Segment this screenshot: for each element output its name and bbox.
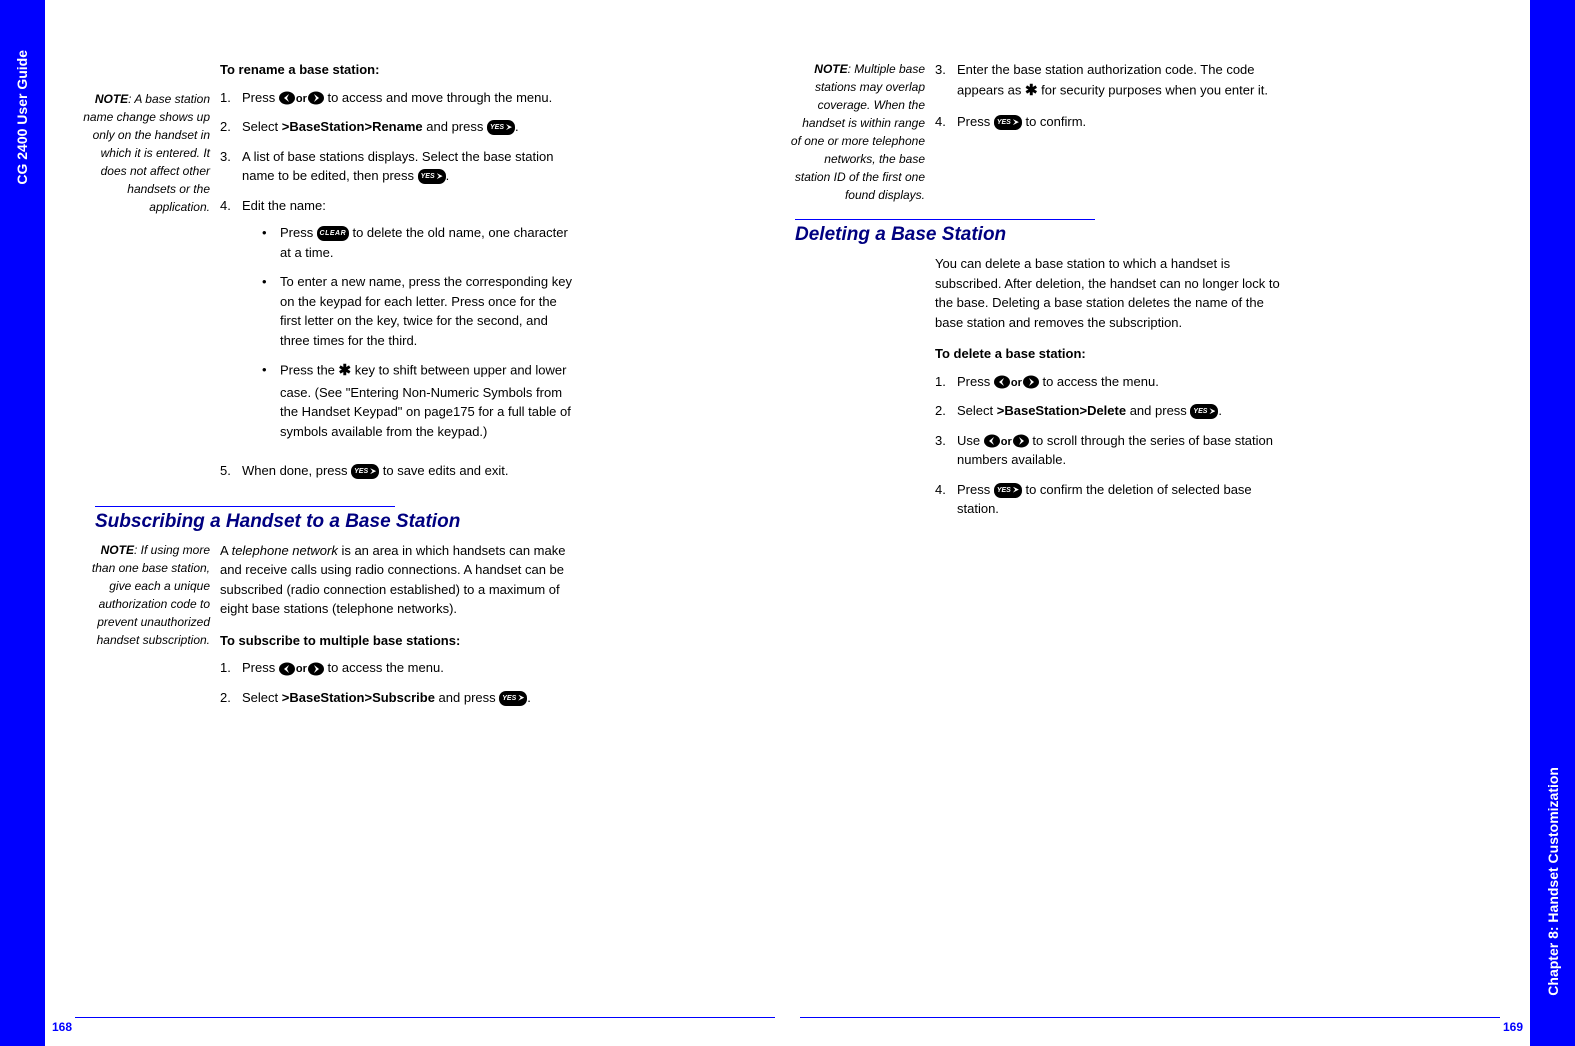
clear-key-icon: CLEAR — [317, 226, 349, 241]
rename-step-3: 3. A list of base stations displays. Sel… — [220, 147, 575, 186]
delete-step-3: 3. Use or to scroll through the series o… — [935, 431, 1290, 470]
margin-note-rename: NOTE: A base station name change shows u… — [75, 60, 220, 216]
yes-key-icon: YES — [487, 120, 515, 135]
left-page: NOTE: A base station name change shows u… — [75, 60, 775, 717]
right-sidebar-title: Chapter 8: Handset Customization — [1545, 767, 1561, 996]
rename-heading: To rename a base station: — [220, 60, 575, 80]
page-number-right: 169 — [1503, 1020, 1523, 1034]
rename-sub-2: • To enter a new name, press the corresp… — [242, 272, 575, 350]
section-divider — [795, 219, 1095, 220]
section-divider — [95, 506, 395, 507]
left-sidebar-title: CG 2400 User Guide — [14, 50, 30, 185]
delete-step-4: 4. Press YES to confirm the deletion of … — [935, 480, 1290, 519]
footer-rule-left — [75, 1017, 775, 1018]
rename-step-4: 4. Edit the name: • Press CLEAR to delet… — [220, 196, 575, 452]
yes-key-icon: YES — [351, 464, 379, 479]
subscribe-step-1: 1. Press or to access the menu. — [220, 658, 575, 678]
yes-key-icon: YES — [994, 483, 1022, 498]
rename-step-5: 5. When done, press YES to save edits an… — [220, 461, 575, 481]
star-key-icon: ✱ — [1025, 82, 1038, 99]
subscribe-para: A telephone network is an area in which … — [220, 541, 575, 619]
left-sidebar: CG 2400 User Guide — [0, 0, 45, 1046]
yes-key-icon: YES — [499, 691, 527, 706]
margin-note-subscribe: NOTE: If using more than one base statio… — [75, 541, 220, 649]
rename-sub-1: • Press CLEAR to delete the old name, on… — [242, 223, 575, 262]
subscribe-step-3: 3. Enter the base station authorization … — [935, 60, 1290, 102]
yes-key-icon: YES — [994, 115, 1022, 130]
subscribe-title: Subscribing a Handset to a Base Station — [95, 511, 775, 533]
subscribe-step-2: 2. Select >BaseStation>Subscribe and pre… — [220, 688, 575, 708]
rename-sub-3: • Press the ✱ key to shift between upper… — [242, 360, 575, 441]
subscribe-heading: To subscribe to multiple base stations: — [220, 631, 575, 651]
delete-para: You can delete a base station to which a… — [935, 254, 1290, 332]
delete-step-2: 2. Select >BaseStation>Delete and press … — [935, 401, 1290, 421]
nav-arrows-icon: or — [994, 374, 1043, 389]
delete-title: Deleting a Base Station — [795, 224, 1510, 246]
right-page: NOTE: Multiple base stations may overlap… — [790, 60, 1510, 529]
delete-step-1: 1. Press or to access the menu. — [935, 372, 1290, 392]
page-number-left: 168 — [52, 1020, 72, 1034]
margin-note-subscribe-cont: NOTE: Multiple base stations may overlap… — [790, 60, 935, 204]
right-sidebar: Chapter 8: Handset Customization — [1530, 0, 1575, 1046]
footer-rule-right — [800, 1017, 1500, 1018]
subscribe-step-4: 4. Press YES to confirm. — [935, 112, 1290, 132]
nav-arrows-icon: or — [984, 433, 1033, 448]
rename-step-2: 2. Select >BaseStation>Rename and press … — [220, 117, 575, 137]
nav-arrows-icon: or — [279, 660, 328, 675]
star-key-icon: ✱ — [339, 362, 352, 379]
yes-key-icon: YES — [1190, 404, 1218, 419]
nav-arrows-icon: or — [279, 90, 328, 105]
rename-step-1: 1. Press or to access and move through t… — [220, 88, 575, 108]
delete-heading: To delete a base station: — [935, 344, 1290, 364]
yes-key-icon: YES — [418, 169, 446, 184]
